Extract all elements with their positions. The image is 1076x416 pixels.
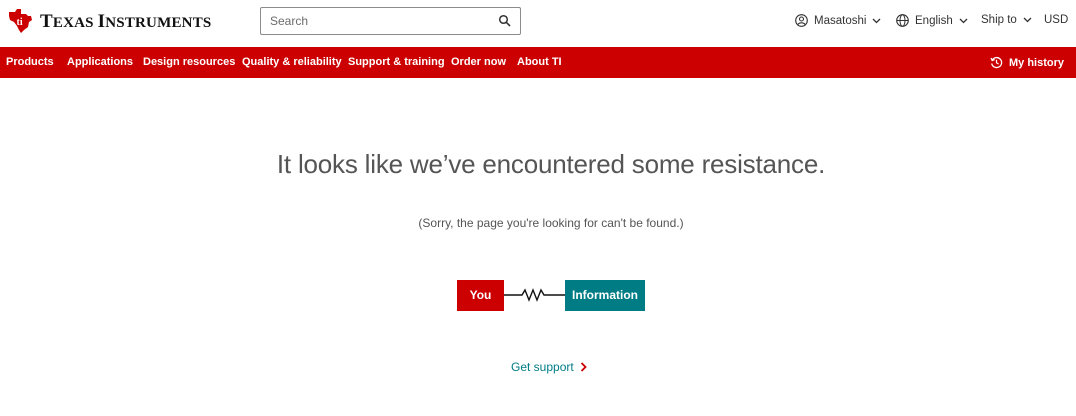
not-found-message: (Sorry, the page you're looking for can'… bbox=[418, 216, 684, 230]
search-input[interactable] bbox=[261, 8, 491, 34]
get-support-label: Get support bbox=[511, 360, 574, 374]
information-box: Information bbox=[565, 280, 645, 311]
language-label: English bbox=[915, 14, 953, 27]
currency-label: USD bbox=[1044, 14, 1069, 26]
you-box: You bbox=[457, 280, 504, 311]
logo-wordmark: TEXAS INSTRUMENTS bbox=[40, 10, 212, 32]
chevron-down-icon bbox=[959, 18, 968, 23]
resistor-icon bbox=[504, 288, 565, 302]
user-name: Masatoshi bbox=[814, 14, 867, 27]
nav-item-applications[interactable]: Applications bbox=[67, 47, 133, 78]
user-icon bbox=[795, 14, 808, 27]
my-history-button[interactable]: My history bbox=[990, 47, 1064, 78]
nav-item-design-resources[interactable]: Design resources bbox=[143, 47, 235, 78]
chevron-down-icon bbox=[1023, 17, 1032, 23]
main-nav: Products Applications Design resources Q… bbox=[0, 47, 1076, 78]
page-title: It looks like we’ve encountered some res… bbox=[276, 149, 826, 179]
nav-item-products[interactable]: Products bbox=[6, 47, 54, 78]
ship-to-menu[interactable]: Ship to bbox=[981, 14, 1032, 26]
get-support-link[interactable]: Get support bbox=[511, 360, 587, 374]
user-menu[interactable]: Masatoshi bbox=[795, 14, 881, 27]
chevron-right-icon bbox=[580, 362, 587, 372]
globe-icon bbox=[896, 14, 909, 27]
my-history-label: My history bbox=[1009, 56, 1065, 69]
site-header: ti TEXAS INSTRUMENTS Masatoshi English S… bbox=[0, 0, 1076, 47]
nav-item-about-ti[interactable]: About TI bbox=[517, 47, 562, 78]
nav-item-order-now[interactable]: Order now bbox=[451, 47, 506, 78]
ship-to-label: Ship to bbox=[981, 14, 1017, 26]
language-menu[interactable]: English bbox=[896, 14, 968, 27]
ti-logo[interactable]: ti TEXAS INSTRUMENTS bbox=[7, 8, 211, 34]
svg-text:ti: ti bbox=[17, 17, 23, 28]
nav-item-support-training[interactable]: Support & training bbox=[348, 47, 445, 78]
search-box bbox=[260, 7, 521, 35]
history-icon bbox=[990, 56, 1003, 69]
chevron-down-icon bbox=[872, 18, 881, 23]
currency-menu[interactable]: USD bbox=[1044, 14, 1074, 26]
search-icon[interactable] bbox=[498, 14, 512, 28]
nav-item-quality-reliability[interactable]: Quality & reliability bbox=[242, 47, 342, 78]
ti-state-logo-icon: ti bbox=[9, 9, 32, 33]
